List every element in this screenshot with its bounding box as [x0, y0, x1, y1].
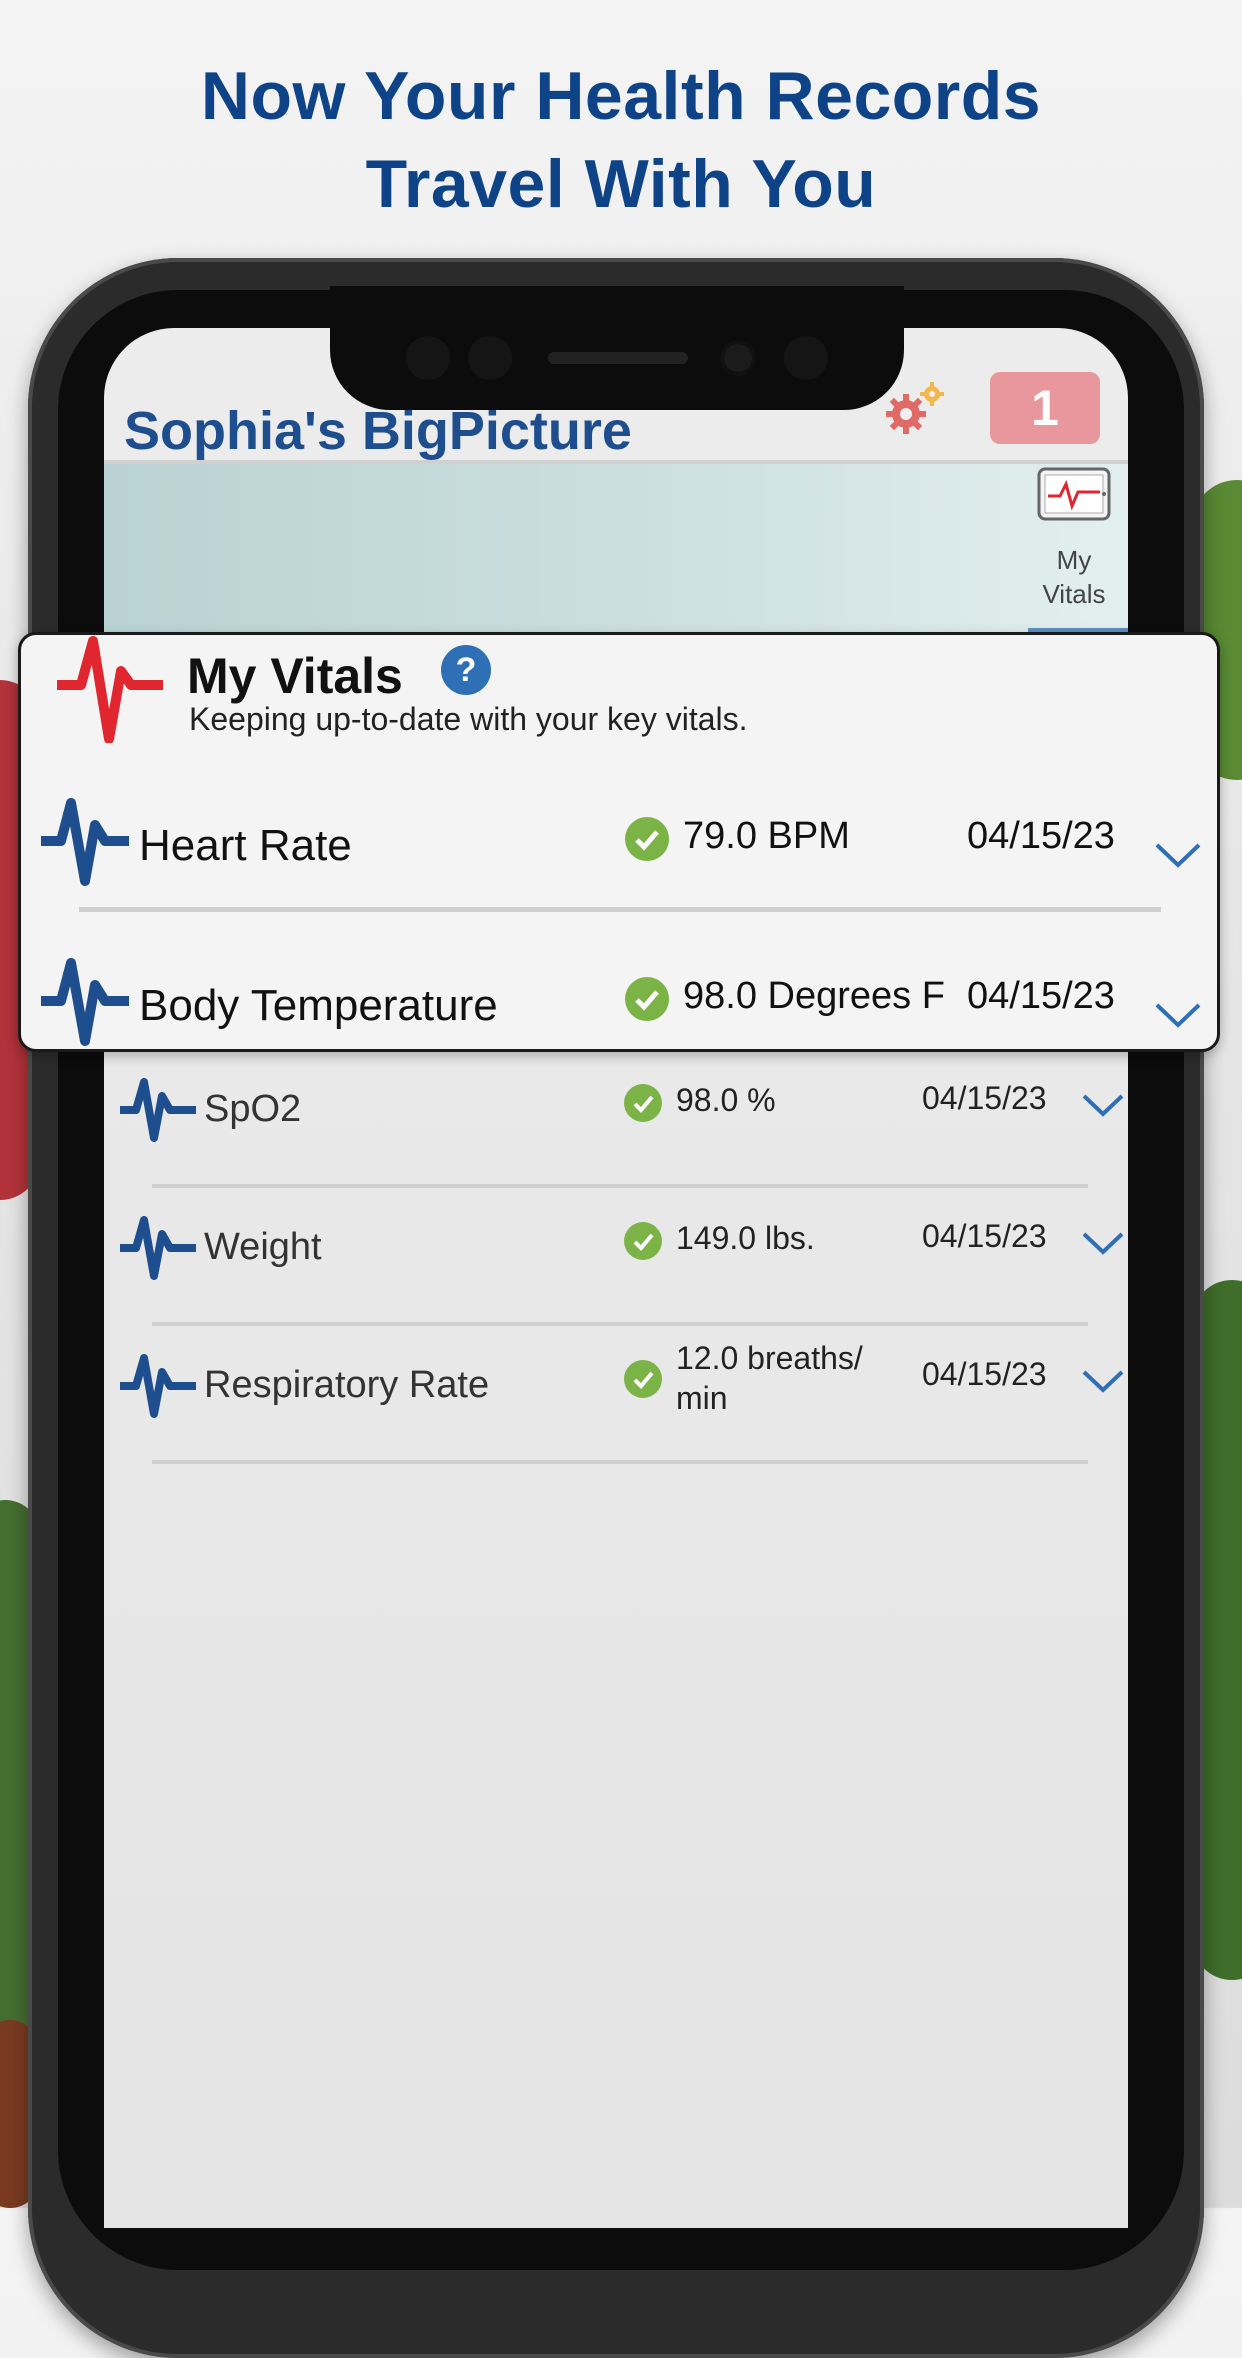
vital-value: 12.0 breaths/ min	[676, 1338, 863, 1418]
vital-label: Heart Rate	[139, 821, 352, 870]
chevron-down-icon[interactable]	[1153, 839, 1203, 871]
tab-label-line-2: Vitals	[1042, 579, 1106, 609]
vital-value-line-2: min	[676, 1380, 728, 1416]
list-item-weight[interactable]: Weight 149.0 lbs. 04/15/23	[104, 1188, 1128, 1326]
row-divider	[152, 1460, 1088, 1464]
pulse-icon	[120, 1354, 196, 1418]
notch-speaker	[548, 352, 688, 364]
card-subtitle: Keeping up-to-date with your key vitals.	[189, 701, 748, 737]
list-item-body-temperature[interactable]: Body Temperature 98.0 Degrees F 04/15/23	[21, 955, 1223, 1105]
headline: Now Your Health Records Travel With You	[0, 52, 1242, 228]
vital-label: Weight	[204, 1226, 322, 1268]
check-icon	[625, 977, 669, 1021]
pulse-icon	[41, 798, 129, 886]
card-title: My Vitals	[187, 648, 403, 704]
headline-line-2: Travel With You	[365, 146, 877, 222]
vital-date: 04/15/23	[922, 1218, 1047, 1254]
vital-date: 04/15/23	[922, 1356, 1047, 1392]
check-icon	[625, 817, 669, 861]
notch-sensor	[406, 336, 450, 380]
phone-notch	[330, 286, 904, 410]
headline-line-1: Now Your Health Records	[200, 58, 1042, 134]
tablet-vitals-icon	[1037, 467, 1111, 521]
tab-my-vitals[interactable]: My Vitals	[1024, 466, 1124, 611]
list-item-respiratory-rate[interactable]: Respiratory Rate 12.0 breaths/ min 04/15…	[104, 1326, 1128, 1464]
pulse-icon	[57, 636, 163, 743]
check-icon	[624, 1222, 662, 1260]
help-icon[interactable]: ?	[441, 645, 491, 695]
vital-date: 04/15/23	[967, 975, 1115, 1017]
vital-value-line-1: 12.0 breaths/	[676, 1340, 863, 1376]
tab-label-line-1: My	[1056, 545, 1092, 575]
notification-badge[interactable]: 1	[990, 372, 1100, 444]
vital-date: 04/15/23	[967, 815, 1115, 857]
vital-value: 98.0 Degrees F	[683, 975, 945, 1017]
chevron-down-icon[interactable]	[1080, 1366, 1126, 1396]
chevron-down-icon[interactable]	[1153, 999, 1203, 1031]
pulse-icon	[41, 958, 129, 1046]
pulse-icon	[120, 1216, 196, 1280]
notch-sensor	[468, 336, 512, 380]
chevron-down-icon[interactable]	[1080, 1228, 1126, 1258]
vitals-card: My Vitals ? Keeping up-to-date with your…	[18, 632, 1220, 1052]
notch-camera	[724, 344, 752, 372]
vital-label: Respiratory Rate	[204, 1364, 490, 1406]
vital-label: Body Temperature	[139, 981, 498, 1030]
notch-sensor	[784, 336, 828, 380]
list-item-heart-rate[interactable]: Heart Rate 79.0 BPM 04/15/23	[21, 795, 1223, 945]
app-screen: Sophia's BigPicture 1 My Vitals SpO2 98.…	[104, 328, 1128, 2228]
check-icon	[624, 1360, 662, 1398]
vital-value: 149.0 lbs.	[676, 1220, 815, 1256]
tab-banner	[104, 464, 1128, 634]
row-divider	[79, 907, 1161, 912]
vital-value: 79.0 BPM	[683, 815, 850, 857]
